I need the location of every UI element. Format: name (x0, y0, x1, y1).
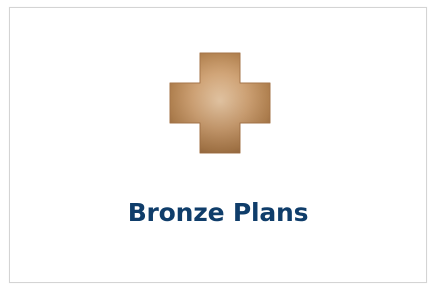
bronze-plans-card[interactable]: Bronze Plans (9, 7, 427, 283)
card-title: Bronze Plans (127, 198, 309, 227)
medical-cross-icon (166, 49, 274, 157)
